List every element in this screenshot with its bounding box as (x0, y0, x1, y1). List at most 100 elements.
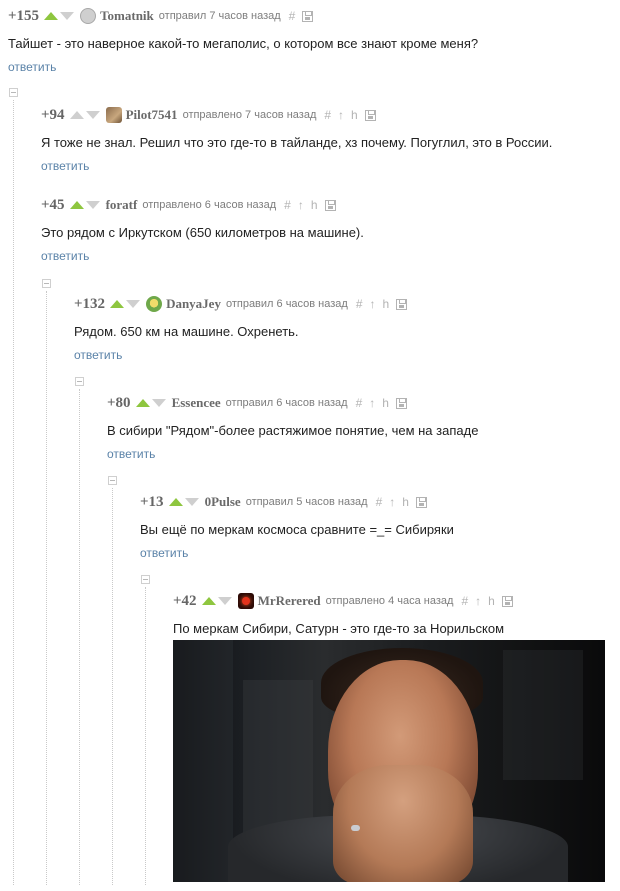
parent-comment-icon[interactable]: ↑ (298, 198, 304, 212)
hash-link-icon[interactable]: # (284, 198, 291, 212)
reply-link[interactable]: ответить (107, 447, 155, 461)
author-name[interactable]: foratf (106, 197, 138, 213)
parent-comment-icon[interactable]: ↑ (475, 594, 481, 608)
collapse-thread-6[interactable] (141, 575, 150, 584)
downvote-arrow-icon[interactable] (85, 201, 100, 209)
save-icon[interactable] (302, 10, 314, 22)
comment-timestamp[interactable]: отправлено 7 часов назад (183, 109, 317, 121)
avatar[interactable] (105, 107, 122, 123)
upvote-arrow-icon[interactable] (69, 111, 84, 119)
background-panel (173, 640, 233, 882)
branch-icon[interactable]: h (351, 108, 358, 122)
thread-line-5 (112, 488, 113, 885)
collapse-thread-3[interactable] (42, 279, 51, 288)
comment-timestamp[interactable]: отправлено 6 часов назад (142, 199, 276, 211)
comment-timestamp[interactable]: отправил 7 часов назад (159, 10, 281, 22)
comment-text: Вы ещё по меркам космоса сравните =_= Си… (140, 522, 454, 537)
hash-link-icon[interactable]: # (356, 297, 363, 311)
branch-icon[interactable]: h (311, 198, 318, 212)
comment-text: По меркам Сибири, Сатурн - это где-то за… (173, 621, 505, 636)
parent-comment-icon[interactable]: ↑ (389, 495, 395, 509)
collapse-thread-4[interactable] (75, 377, 84, 386)
hash-link-icon[interactable]: # (289, 9, 296, 23)
downvote-arrow-icon[interactable] (184, 498, 199, 506)
save-icon[interactable] (364, 109, 376, 121)
save-icon[interactable] (396, 298, 408, 310)
comment-timestamp[interactable]: отправил 6 часов назад (226, 298, 348, 310)
comment-header: +80 Essencee отправил 6 часов назад # ↑ … (107, 393, 478, 413)
comment-header: +132 DanyaJey отправил 6 часов назад # ↑… (74, 294, 408, 314)
comment-text: В сибири "Рядом"-более растяжимое поняти… (107, 423, 479, 438)
reply-link[interactable]: ответить (8, 60, 56, 74)
upvote-arrow-icon[interactable] (168, 498, 183, 506)
downvote-arrow-icon[interactable] (217, 597, 232, 605)
save-icon[interactable] (501, 595, 513, 607)
comment-6: +13 0Pulse отправил 5 часов назад # ↑ h … (140, 492, 454, 562)
comment-3: +45 foratf отправлено 6 часов назад # ↑ … (41, 195, 364, 265)
comment-rating: +45 (41, 196, 65, 213)
upvote-arrow-icon[interactable] (44, 12, 59, 20)
author-name[interactable]: Pilot7541 (126, 107, 178, 123)
upvote-arrow-icon[interactable] (69, 201, 84, 209)
comment-header: +155 Tomatnik отправил 7 часов назад # (8, 6, 478, 26)
reply-link[interactable]: ответить (41, 249, 89, 263)
comment-image[interactable] (173, 640, 605, 882)
comment-timestamp[interactable]: отправлено 4 часа назад (326, 595, 454, 607)
parent-comment-icon[interactable]: ↑ (369, 396, 375, 410)
downvote-arrow-icon[interactable] (60, 12, 75, 20)
collapse-thread-1[interactable] (9, 88, 18, 97)
branch-icon[interactable]: h (383, 297, 390, 311)
save-icon[interactable] (324, 199, 336, 211)
comment-header: +13 0Pulse отправил 5 часов назад # ↑ h (140, 492, 454, 512)
hand-shape (333, 765, 473, 882)
upvote-arrow-icon[interactable] (201, 597, 216, 605)
comment-header: +42 MrRerered отправлено 4 часа назад # … (173, 591, 513, 611)
hash-link-icon[interactable]: # (376, 495, 383, 509)
comment-rating: +94 (41, 106, 65, 123)
comment-header: +94 Pilot7541 отправлено 7 часов назад #… (41, 105, 552, 125)
upvote-arrow-icon[interactable] (110, 300, 125, 308)
comment-rating: +42 (173, 592, 197, 609)
comment-text: Это рядом с Иркутском (650 километров на… (41, 225, 364, 240)
upvote-arrow-icon[interactable] (135, 399, 150, 407)
comment-header: +45 foratf отправлено 6 часов назад # ↑ … (41, 195, 364, 215)
save-icon[interactable] (415, 496, 427, 508)
thread-line-4 (79, 389, 80, 885)
downvote-arrow-icon[interactable] (151, 399, 166, 407)
branch-icon[interactable]: h (382, 396, 389, 410)
avatar[interactable] (146, 296, 163, 312)
author-name[interactable]: Essencee (172, 395, 221, 411)
reply-link[interactable]: ответить (41, 159, 89, 173)
comment-rating: +13 (140, 493, 164, 510)
author-name[interactable]: 0Pulse (205, 494, 241, 510)
comment-timestamp[interactable]: отправил 5 часов назад (246, 496, 368, 508)
author-name[interactable]: DanyaJey (166, 296, 221, 312)
collapse-thread-5[interactable] (108, 476, 117, 485)
downvote-arrow-icon[interactable] (126, 300, 141, 308)
comment-4: +132 DanyaJey отправил 6 часов назад # ↑… (74, 294, 408, 364)
save-icon[interactable] (395, 397, 407, 409)
author-name[interactable]: Tomatnik (100, 8, 154, 24)
thread-line-3 (46, 291, 47, 885)
comment-text: Я тоже не знал. Решил что это где-то в т… (41, 135, 553, 150)
hash-link-icon[interactable]: # (356, 396, 363, 410)
background-panel (243, 680, 313, 840)
parent-comment-icon[interactable]: ↑ (370, 297, 376, 311)
avatar[interactable] (237, 593, 254, 609)
author-name[interactable]: MrRerered (258, 593, 321, 609)
reply-link[interactable]: ответить (74, 348, 122, 362)
avatar[interactable] (80, 8, 97, 24)
parent-comment-icon[interactable]: ↑ (338, 108, 344, 122)
comment-timestamp[interactable]: отправил 6 часов назад (226, 397, 348, 409)
hash-link-icon[interactable]: # (461, 594, 468, 608)
thread-line-1 (13, 100, 14, 885)
ring-shape (351, 825, 360, 831)
comment-rating: +155 (8, 7, 40, 24)
downvote-arrow-icon[interactable] (85, 111, 100, 119)
branch-icon[interactable]: h (402, 495, 409, 509)
thread-line-6 (145, 587, 146, 885)
reply-link[interactable]: ответить (140, 546, 188, 560)
comment-7: +42 MrRerered отправлено 4 часа назад # … (173, 591, 513, 636)
hash-link-icon[interactable]: # (324, 108, 331, 122)
branch-icon[interactable]: h (488, 594, 495, 608)
